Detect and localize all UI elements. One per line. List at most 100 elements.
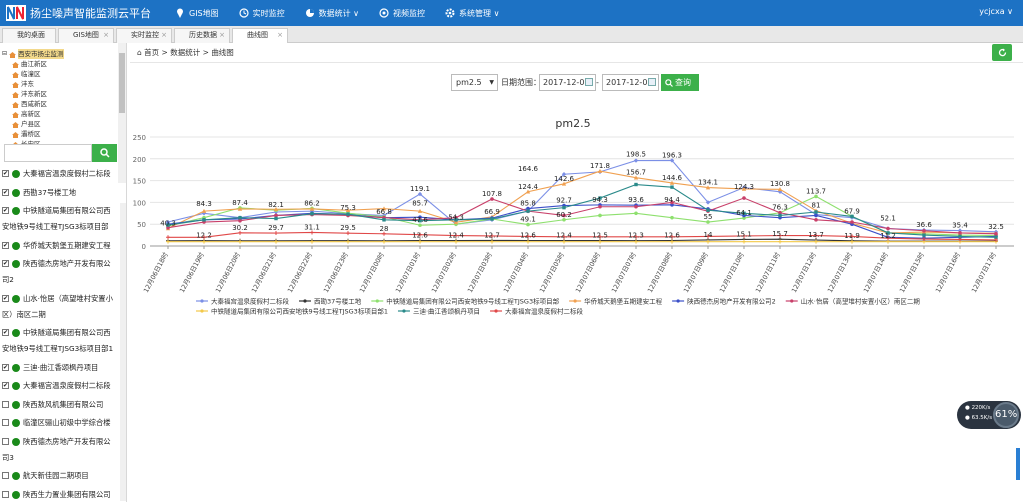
project-checkbox[interactable]: ✔ xyxy=(2,363,9,371)
nav-gis-map[interactable]: GIS地图 xyxy=(165,0,229,26)
legend-marker xyxy=(200,299,204,303)
tree-root[interactable]: ⊟ 西安市扬尘监测 xyxy=(2,49,116,59)
project-name: 陕西敖风机集团有限公司 xyxy=(23,399,104,409)
side-handle[interactable] xyxy=(1016,448,1020,480)
data-point xyxy=(490,217,494,221)
region-icon xyxy=(12,91,19,98)
data-label: 67.9 xyxy=(844,207,860,215)
data-label: 30.2 xyxy=(232,224,248,232)
data-label: 14 xyxy=(704,231,713,239)
data-label: 12.5 xyxy=(592,232,608,240)
tree-item[interactable]: 灞桥区 xyxy=(2,129,116,139)
tab-gis-map[interactable]: GIS地图 × xyxy=(58,28,114,43)
data-label: 11.2 xyxy=(880,232,896,240)
status-dot-icon xyxy=(12,400,20,409)
search-input[interactable] xyxy=(4,144,92,162)
data-point xyxy=(238,218,242,223)
calendar-icon[interactable] xyxy=(585,78,593,86)
breadcrumb-home[interactable]: 首页 xyxy=(144,48,159,57)
nav-video-monitor[interactable]: 视频监控 xyxy=(369,0,435,26)
x-tick-label: 12月06日20时 xyxy=(213,250,242,294)
x-tick-label: 12月07日09时 xyxy=(681,250,710,294)
x-tick-label: 12月07日11时 xyxy=(753,250,782,294)
nav-data-statistics[interactable]: 数据统计 ∨ xyxy=(295,0,369,26)
search-button[interactable] xyxy=(92,144,117,162)
metric-select[interactable]: pm2.5 ▼ xyxy=(451,74,498,91)
project-checkbox[interactable] xyxy=(2,437,9,445)
folder-icon xyxy=(9,51,17,58)
project-checkbox[interactable] xyxy=(2,472,9,479)
tab-label: 曲线图 xyxy=(247,31,268,39)
x-tick-label: 12月06日23时 xyxy=(321,250,350,294)
data-point xyxy=(670,185,674,189)
status-dot-icon xyxy=(12,437,20,446)
project-name-cont: 区）南区二期 xyxy=(2,309,46,319)
end-date-input[interactable]: 2017-12-07 xyxy=(602,74,659,91)
data-point xyxy=(706,208,710,212)
y-tick-label: 200 xyxy=(133,156,146,164)
tab-my-desktop[interactable]: 我的桌面 xyxy=(2,28,56,43)
project-checkbox[interactable]: ✔ xyxy=(2,382,9,389)
search-icon xyxy=(99,148,110,158)
legend-label: 大秦福宫温泉度假村二标段 xyxy=(211,297,290,306)
tree-item[interactable]: 曲江新区 xyxy=(2,59,116,69)
project-checkbox[interactable]: ✔ xyxy=(2,294,9,302)
tab-realtime-monitor[interactable]: 实时监控 × xyxy=(116,28,172,43)
user-menu[interactable]: ycjcxa ∨ xyxy=(979,7,1013,16)
tree-item[interactable]: 户县区 xyxy=(2,119,116,129)
legend-marker xyxy=(200,309,204,313)
x-tick-label: 12月07日03时 xyxy=(465,250,494,294)
nav-realtime-monitor[interactable]: 实时监控 xyxy=(229,0,295,26)
data-label: 85.7 xyxy=(412,200,428,208)
query-button[interactable]: 查询 xyxy=(661,74,699,91)
tree-item[interactable]: 西咸新区 xyxy=(2,99,116,109)
data-point xyxy=(958,231,962,235)
close-icon[interactable]: × xyxy=(103,29,109,42)
collapse-icon[interactable]: ⊟ xyxy=(2,49,7,59)
project-checkbox[interactable] xyxy=(2,419,9,426)
list-scrollbar[interactable] xyxy=(120,203,126,501)
project-checkbox[interactable] xyxy=(2,490,9,498)
project-name: 临潼区骊山初级中学综合楼 xyxy=(23,418,111,427)
close-icon[interactable]: × xyxy=(277,29,283,42)
x-tick-label: 12月07日14时 xyxy=(861,250,890,294)
tree-item[interactable]: 沣东 xyxy=(2,79,116,89)
legend-label: 山水·怡居（高望堆村安置小区）南区二期 xyxy=(801,297,921,306)
data-label: 66.9 xyxy=(484,208,500,216)
tree-item[interactable]: 临潼区 xyxy=(2,69,116,79)
project-checkbox[interactable]: ✔ xyxy=(2,329,9,336)
breadcrumb-section[interactable]: 数据统计 xyxy=(170,48,200,57)
project-checkbox[interactable]: ✔ xyxy=(2,241,9,249)
status-dot-icon xyxy=(12,260,20,268)
tree-item[interactable]: 沣东新区 xyxy=(2,89,116,99)
nav-system-management[interactable]: 系统管理 ∨ xyxy=(435,0,509,26)
project-checkbox[interactable]: ✔ xyxy=(2,170,9,177)
project-name: 陕西德杰房地产开发有限公 xyxy=(23,436,111,446)
data-label: 75.3 xyxy=(340,204,356,212)
tree-scrollbar[interactable] xyxy=(118,43,126,183)
tree-item[interactable]: 高新区 xyxy=(2,109,116,119)
region-tree: ⊟ 西安市扬尘监测 曲江新区临潼区沣东沣东新区西咸新区高新区户县区灞桥区长安区 xyxy=(2,49,116,183)
network-speed-widget[interactable]: ● 220K/s ● 63.5K/s 61% xyxy=(957,401,1021,429)
data-point xyxy=(670,215,674,220)
scroll-thumb[interactable] xyxy=(119,53,125,113)
data-label: 12.2 xyxy=(196,232,212,240)
data-label: 164.6 xyxy=(518,165,539,173)
start-date-input[interactable]: 2017-12-06 xyxy=(539,74,596,91)
project-checkbox[interactable]: ✔ xyxy=(2,207,9,214)
data-label: 15.1 xyxy=(736,230,752,238)
tab-curve-chart[interactable]: 曲线图 × xyxy=(232,28,288,43)
project-name: 陕西德杰房地产开发有限公 xyxy=(23,259,111,268)
refresh-button[interactable] xyxy=(992,44,1012,61)
project-name-cont: 安地铁9号线工程TJSG3标项目部1 xyxy=(2,344,114,353)
project-search xyxy=(4,144,117,162)
tab-history-data[interactable]: 历史数据 × xyxy=(174,28,230,43)
data-label: 12.4 xyxy=(556,232,572,240)
legend-label: 华侨城天鹅堡五期建安工程 xyxy=(584,297,663,306)
project-checkbox[interactable]: ✔ xyxy=(2,188,9,196)
project-checkbox[interactable]: ✔ xyxy=(2,260,9,267)
close-icon[interactable]: × xyxy=(161,29,167,42)
calendar-icon[interactable] xyxy=(648,78,656,86)
project-checkbox[interactable] xyxy=(2,400,9,408)
close-icon[interactable]: × xyxy=(219,29,225,42)
